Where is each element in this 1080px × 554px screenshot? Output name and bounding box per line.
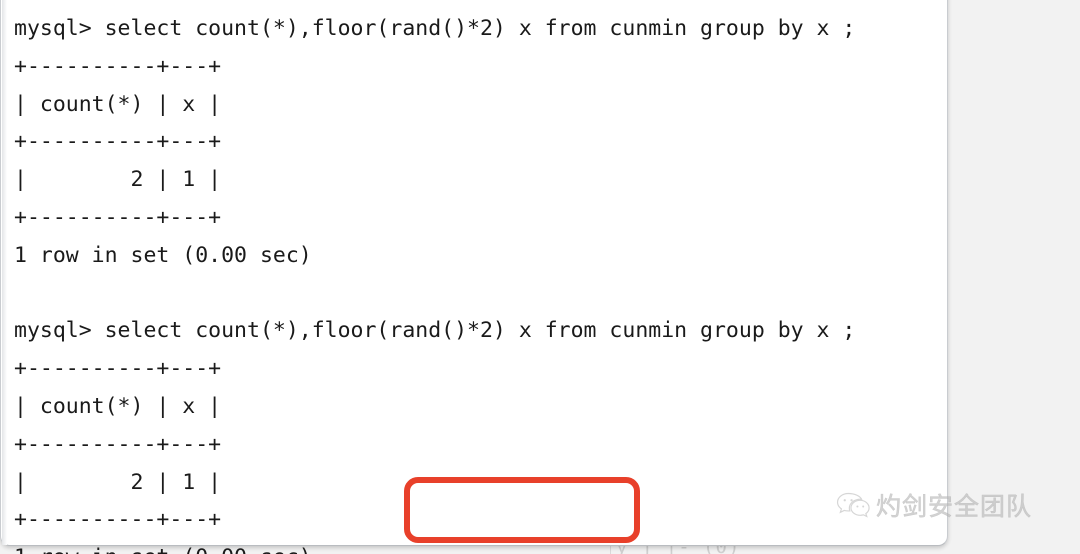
group-key-highlight-box <box>404 477 640 543</box>
screenshot-root: y j |- (0) mysql> select count(*),floor(… <box>0 0 1080 554</box>
watermark: 灼剑安全团队 <box>836 487 1032 523</box>
pane-left-shadow <box>2 0 7 545</box>
wechat-icon <box>836 490 870 520</box>
watermark-text: 灼剑安全团队 <box>876 492 1033 522</box>
terminal-transcript[interactable]: mysql> select count(*),floor(rand()*2) x… <box>14 10 1074 554</box>
